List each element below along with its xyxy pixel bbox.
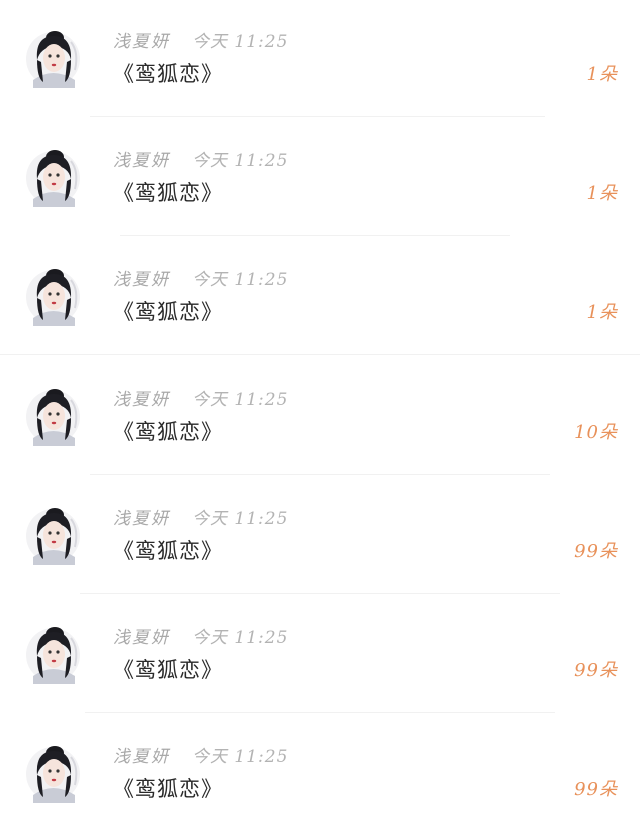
avatar-icon <box>26 627 80 684</box>
sender-name: 浅夏妍 <box>113 32 170 52</box>
gift-record-list: 浅夏妍 今天 11:25 《鸾狐恋》 1朵 浅夏妍 今天 11:25 《鸾狐恋》 <box>0 0 640 822</box>
book-title[interactable]: 《鸾狐恋》 <box>113 58 223 88</box>
send-time: 今天 11:25 <box>192 747 289 767</box>
send-time: 今天 11:25 <box>192 390 289 410</box>
sender-name: 浅夏妍 <box>113 747 170 767</box>
send-time: 今天 11:25 <box>192 151 289 171</box>
row-divider <box>80 593 560 594</box>
book-title[interactable]: 《鸾狐恋》 <box>113 654 223 684</box>
send-time: 今天 11:25 <box>192 628 289 648</box>
gift-record-item[interactable]: 浅夏妍 今天 11:25 《鸾狐恋》 1朵 <box>0 238 640 357</box>
gift-record-item[interactable]: 浅夏妍 今天 11:25 《鸾狐恋》 1朵 <box>0 0 640 119</box>
avatar-icon <box>26 31 80 88</box>
flower-count: 1朵 <box>586 302 618 323</box>
avatar-icon <box>26 389 80 446</box>
send-time: 今天 11:25 <box>192 509 289 529</box>
sender-name: 浅夏妍 <box>113 151 170 171</box>
book-title[interactable]: 《鸾狐恋》 <box>113 296 223 326</box>
gift-record-item[interactable]: 浅夏妍 今天 11:25 《鸾狐恋》 1朵 <box>0 119 640 238</box>
user-avatar[interactable] <box>25 737 81 807</box>
gift-record-item[interactable]: 浅夏妍 今天 11:25 《鸾狐恋》 99朵 <box>0 715 640 834</box>
avatar-icon <box>26 746 80 803</box>
user-avatar[interactable] <box>25 260 81 330</box>
user-avatar[interactable] <box>25 22 81 92</box>
flower-count: 1朵 <box>586 183 618 204</box>
row-divider <box>90 474 550 475</box>
user-avatar[interactable] <box>25 141 81 211</box>
sender-name: 浅夏妍 <box>113 270 170 290</box>
gift-record-item[interactable]: 浅夏妍 今天 11:25 《鸾狐恋》 10朵 <box>0 358 640 477</box>
sender-name: 浅夏妍 <box>113 628 170 648</box>
send-time: 今天 11:25 <box>192 270 289 290</box>
flower-count: 99朵 <box>574 660 618 681</box>
book-title[interactable]: 《鸾狐恋》 <box>113 177 223 207</box>
user-avatar[interactable] <box>25 618 81 688</box>
row-divider <box>90 116 545 117</box>
gift-record-item[interactable]: 浅夏妍 今天 11:25 《鸾狐恋》 99朵 <box>0 477 640 596</box>
flower-count: 99朵 <box>574 779 618 800</box>
row-divider <box>85 712 555 713</box>
flower-count: 1朵 <box>586 64 618 85</box>
flower-count: 10朵 <box>574 422 618 443</box>
gift-record-item[interactable]: 浅夏妍 今天 11:25 《鸾狐恋》 99朵 <box>0 596 640 715</box>
avatar-icon <box>26 269 80 326</box>
book-title[interactable]: 《鸾狐恋》 <box>113 773 223 803</box>
user-avatar[interactable] <box>25 380 81 450</box>
row-divider <box>0 354 640 355</box>
sender-name: 浅夏妍 <box>113 509 170 529</box>
sender-name: 浅夏妍 <box>113 390 170 410</box>
send-time: 今天 11:25 <box>192 32 289 52</box>
row-divider <box>120 235 510 236</box>
user-avatar[interactable] <box>25 499 81 569</box>
flower-count: 99朵 <box>574 541 618 562</box>
avatar-icon <box>26 150 80 207</box>
book-title[interactable]: 《鸾狐恋》 <box>113 535 223 565</box>
book-title[interactable]: 《鸾狐恋》 <box>113 416 223 446</box>
avatar-icon <box>26 508 80 565</box>
